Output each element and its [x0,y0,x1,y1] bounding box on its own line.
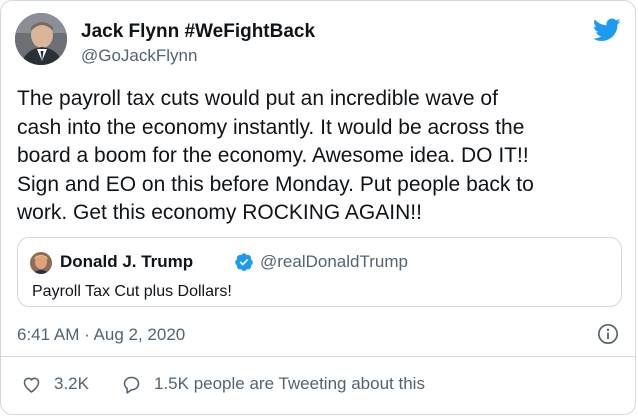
quoted-tweet[interactable]: Donald J. Trump @realDonaldTrump Payroll… [17,237,622,307]
tweet-card: Jack Flynn #WeFightBack @GoJackFlynn The… [0,0,636,415]
conversation-text: 1.5K people are Tweeting about this [154,374,425,393]
tweet-text-line: The payroll tax cuts would put an incred… [17,87,498,110]
tweet-timestamp[interactable]: 6:41 AM · Aug 2, 2020 [17,325,185,345]
reply-bubble-icon [123,376,140,394]
author-avatar[interactable] [15,13,67,65]
tweet-text-line: Sign and EO on this before Monday. Put p… [17,172,534,196]
quoted-author-handle: @realDonaldTrump [260,252,408,271]
quoted-tweet-text: Payroll Tax Cut plus Dollars! [32,283,232,300]
divider [1,356,635,357]
like-count: 3.2K [54,374,89,393]
tweet-text-line: board a boom for the economy. Awesome id… [17,144,529,167]
conversation-button[interactable]: 1.5K people are Tweeting about this [121,373,425,395]
heart-icon [23,377,40,393]
verified-badge-icon [235,253,253,272]
author-name[interactable]: Jack Flynn #WeFightBack [81,21,315,43]
quoted-author-name: Donald J. Trump [60,252,194,271]
tweet-text-line: cash into the economy instantly. It woul… [17,115,525,139]
tweet-text: The payroll tax cuts would put an incred… [17,85,627,228]
author-handle[interactable]: @GoJackFlynn [81,46,197,66]
like-button[interactable]: 3.2K [21,373,89,395]
twitter-bird-icon[interactable] [593,18,621,42]
info-icon[interactable] [597,323,619,345]
tweet-text-line: work. Get this economy ROCKING AGAIN!! [17,201,422,224]
quoted-author-avatar [30,252,52,274]
